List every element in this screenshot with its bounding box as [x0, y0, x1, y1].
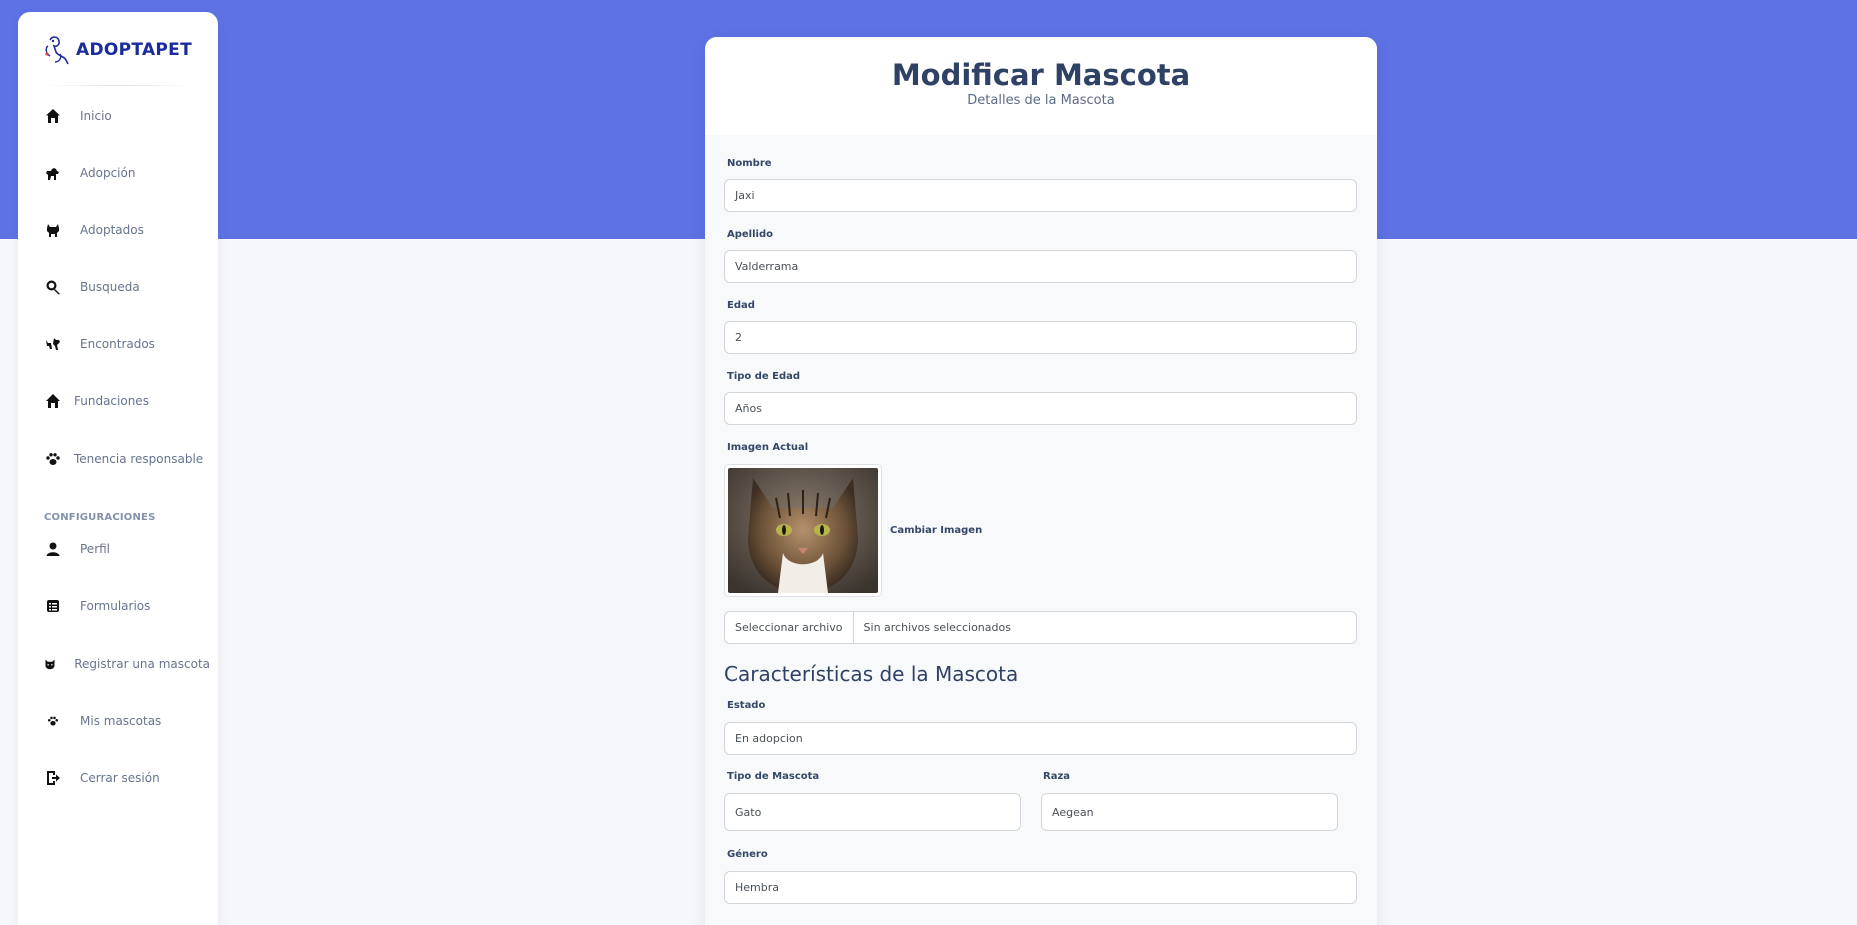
file-status: Sin archivos seleccionados [863, 621, 1011, 634]
sidebar-item-adopcion[interactable]: Adopción [42, 155, 210, 191]
tipo-mascota-label: Tipo de Mascota [727, 771, 820, 782]
user-icon [42, 538, 64, 560]
nombre-input[interactable]: Jaxi [724, 179, 1357, 212]
pets-found-icon [42, 333, 64, 355]
edad-input[interactable]: 2 [724, 321, 1357, 354]
dog-icon [42, 162, 64, 184]
sidebar-item-encontrados[interactable]: Encontrados [42, 326, 210, 362]
cat-icon [42, 219, 64, 241]
logo-icon [45, 36, 69, 65]
sidebar-item-label: Inicio [80, 109, 112, 123]
sidebar: ADOPTAPET Inicio Adopción Adoptados Busq… [18, 12, 218, 925]
file-input[interactable]: Seleccionar archivo Sin archivos selecci… [724, 611, 1357, 644]
sidebar-item-label: Encontrados [80, 337, 155, 351]
brand-name: ADOPTAPET [76, 40, 192, 60]
sidebar-item-label: Mis mascotas [80, 714, 162, 728]
brand[interactable]: ADOPTAPET [42, 30, 192, 70]
config-heading: CONFIGURACIONES [44, 512, 156, 523]
sidebar-item-label: Adopción [80, 166, 136, 180]
edit-pet-card: Modificar Mascota Detalles de la Mascota… [705, 37, 1377, 925]
raza-input[interactable]: Aegean [1041, 793, 1338, 831]
cat-face-icon [42, 653, 58, 675]
search-heart-icon [42, 276, 64, 298]
imagen-actual-label: Imagen Actual [727, 442, 809, 453]
tipo-edad-input[interactable]: Años [724, 392, 1357, 425]
characteristics-title: Características de la Mascota [724, 662, 1019, 686]
logout-icon [42, 767, 64, 789]
home-icon [42, 105, 64, 127]
sidebar-item-label: Cerrar sesión [80, 771, 160, 785]
sidebar-item-cerrar-sesion[interactable]: Cerrar sesión [42, 760, 210, 796]
sidebar-item-label: Tenencia responsable [74, 452, 204, 466]
sidebar-item-label: Registrar una mascota [74, 657, 210, 671]
apellido-input[interactable]: Valderrama [724, 250, 1357, 283]
genero-input[interactable]: Hembra [724, 871, 1357, 904]
sidebar-item-label: Perfil [80, 542, 111, 556]
sidebar-item-adoptados[interactable]: Adoptados [42, 212, 210, 248]
brand-divider [42, 85, 194, 86]
paw-small-icon [42, 710, 64, 732]
sidebar-item-inicio[interactable]: Inicio [42, 98, 210, 134]
card-header: Modificar Mascota Detalles de la Mascota [705, 37, 1377, 135]
select-file-button[interactable]: Seleccionar archivo [725, 612, 854, 643]
nombre-label: Nombre [727, 158, 772, 169]
sidebar-item-perfil[interactable]: Perfil [42, 531, 210, 567]
house-icon [42, 390, 64, 412]
paw-icon [42, 448, 64, 470]
sidebar-item-registrar-mascota[interactable]: Registrar una mascota [42, 646, 210, 682]
current-pet-image [724, 464, 882, 597]
sidebar-item-label: Busqueda [80, 280, 140, 294]
raza-label: Raza [1043, 771, 1071, 782]
estado-input[interactable]: En adopcion [724, 722, 1357, 755]
page-subtitle: Detalles de la Mascota [967, 93, 1115, 108]
sidebar-item-fundaciones[interactable]: Fundaciones [42, 383, 210, 419]
sidebar-item-label: Formularios [80, 599, 151, 613]
sidebar-item-mis-mascotas[interactable]: Mis mascotas [42, 703, 210, 739]
cat-photo [728, 468, 878, 593]
genero-label: Género [727, 849, 768, 860]
tipo-edad-label: Tipo de Edad [727, 371, 801, 382]
sidebar-item-formularios[interactable]: Formularios [42, 588, 210, 624]
sidebar-item-label: Fundaciones [74, 394, 149, 408]
form-icon [42, 595, 64, 617]
tipo-mascota-input[interactable]: Gato [724, 793, 1021, 831]
edad-label: Edad [727, 300, 755, 311]
sidebar-item-busqueda[interactable]: Busqueda [42, 269, 210, 305]
estado-label: Estado [727, 700, 766, 711]
sidebar-item-tenencia[interactable]: Tenencia responsable [42, 441, 210, 477]
sidebar-item-label: Adoptados [80, 223, 144, 237]
page-title: Modificar Mascota [891, 58, 1191, 92]
apellido-label: Apellido [727, 229, 773, 240]
cambiar-imagen-label: Cambiar Imagen [890, 525, 983, 536]
